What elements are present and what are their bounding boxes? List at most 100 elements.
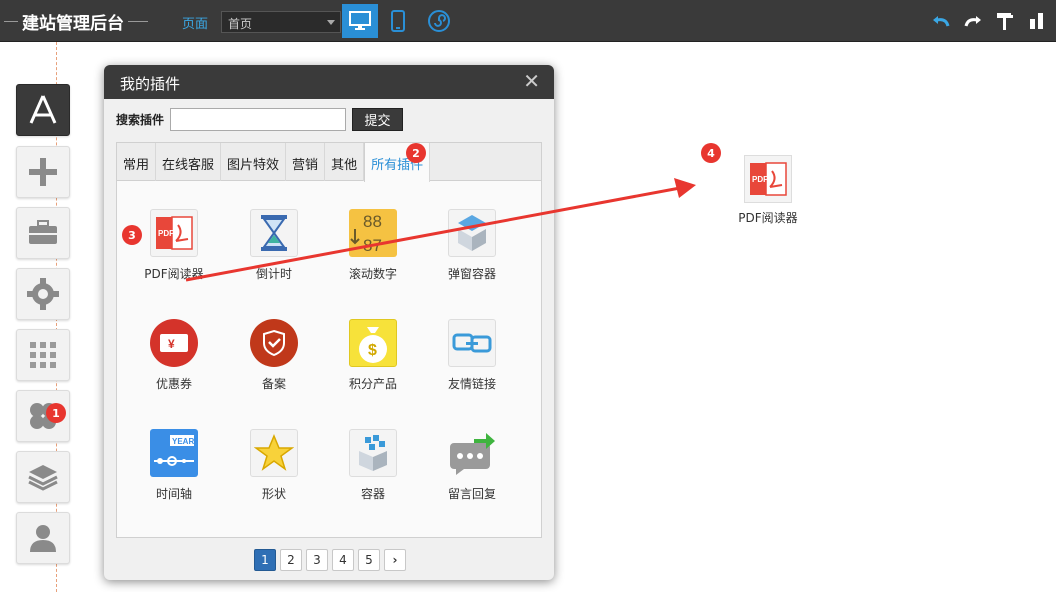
grid-icon — [30, 342, 56, 368]
pdf-icon-text: PDF — [752, 175, 768, 184]
statistics-icon[interactable] — [1026, 10, 1048, 32]
plugin-friend-links[interactable]: 友情链接 — [427, 319, 517, 392]
app-title: 建站管理后台 — [22, 13, 124, 34]
plugin-icp-filing[interactable]: 备案 — [229, 319, 319, 392]
plugins-panel: 常用 在线客服 图片特效 营销 其他 所有插件 PDF PDF阅读器 倒计时 8… — [116, 142, 542, 538]
plugin-coupon[interactable]: ¥ 优惠券 — [129, 319, 219, 392]
timeline-tag: YEAR — [172, 437, 194, 446]
brand-divider-left — [4, 20, 18, 22]
brand-divider-right — [128, 20, 148, 22]
page-button-1[interactable]: 1 — [254, 549, 276, 571]
undo-icon[interactable] — [930, 10, 952, 32]
plugin-container[interactable]: 容器 — [328, 429, 418, 502]
page-select[interactable]: 首页 — [221, 11, 341, 33]
tab-other[interactable]: 其他 — [325, 143, 365, 181]
canvas-plugin-label: PDF阅读器 — [738, 211, 798, 225]
plugin-pdf-reader[interactable]: PDF PDF阅读器 — [129, 209, 219, 282]
desktop-icon — [349, 11, 371, 30]
mobile-view-button[interactable] — [380, 4, 416, 38]
plugin-label: 备案 — [261, 377, 286, 391]
top-toolbar: 建站管理后台 页面 首页 — [0, 0, 1056, 42]
plugin-points-product[interactable]: $ 积分产品 — [328, 319, 418, 392]
step-badge-3: 3 — [122, 225, 142, 245]
page-button-5[interactable]: 5 — [358, 549, 380, 571]
plugin-rolling-number[interactable]: 88 87 滚动数字 — [328, 209, 418, 282]
timeline-icon: YEAR — [150, 429, 198, 477]
desktop-view-button[interactable] — [342, 4, 378, 38]
gear-icon — [27, 278, 59, 310]
message-reply-icon — [448, 429, 496, 477]
page-button-2[interactable]: 2 — [280, 549, 302, 571]
chevron-right-icon: › — [392, 553, 398, 567]
plus-icon — [29, 158, 57, 186]
redo-icon[interactable] — [962, 10, 984, 32]
pagination: 1 2 3 4 5 › — [254, 549, 406, 571]
rail-toolbox-button[interactable] — [16, 207, 70, 259]
submit-button[interactable]: 提交 — [352, 108, 403, 131]
layers-icon — [28, 465, 58, 491]
rail-layers-button[interactable] — [16, 451, 70, 503]
rolling-number-icon: 88 87 — [349, 209, 397, 257]
rolling-digit-top: 88 — [363, 212, 382, 231]
format-brush-icon[interactable] — [994, 10, 1016, 32]
app-brand: 建站管理后台 — [0, 0, 152, 42]
rail-app-store-button[interactable] — [16, 84, 70, 136]
hourglass-icon — [250, 209, 298, 257]
star-icon — [250, 429, 298, 477]
page-button-3[interactable]: 3 — [306, 549, 328, 571]
rail-add-button[interactable] — [16, 146, 70, 198]
tab-image-effects[interactable]: 图片特效 — [221, 143, 287, 181]
pdf-icon-text: PDF — [158, 229, 174, 238]
plugin-message-reply[interactable]: 留言回复 — [427, 429, 517, 502]
tab-online-service[interactable]: 在线客服 — [156, 143, 222, 181]
rail-settings-button[interactable] — [16, 268, 70, 320]
plugin-label: 滚动数字 — [348, 267, 397, 281]
plugin-countdown[interactable]: 倒计时 — [229, 209, 319, 282]
pdf-icon: PDF — [744, 155, 792, 203]
mobile-icon — [391, 10, 405, 32]
next-page-button[interactable]: › — [384, 549, 406, 571]
plugin-popup-container[interactable]: 弹窗容器 — [427, 209, 517, 282]
arrow-head — [674, 178, 696, 198]
coupon-icon: ¥ — [150, 319, 198, 367]
plugin-shape[interactable]: 形状 — [229, 429, 319, 502]
coupon-symbol: ¥ — [168, 337, 175, 351]
user-icon — [30, 525, 56, 552]
plugin-label: 友情链接 — [447, 377, 496, 391]
close-icon[interactable]: ✕ — [523, 71, 540, 91]
plugin-label: 弹窗容器 — [447, 267, 496, 281]
my-plugins-dialog: 我的插件 ✕ 搜索插件 提交 常用 在线客服 图片特效 营销 其他 所有插件 P… — [104, 65, 554, 580]
dialog-title: 我的插件 — [120, 75, 181, 93]
money-bag-icon: $ — [349, 319, 397, 367]
step-badge-1: 1 — [46, 403, 66, 423]
tab-marketing[interactable]: 营销 — [286, 143, 326, 181]
mini-program-icon — [428, 10, 450, 32]
plugin-timeline[interactable]: YEAR 时间轴 — [129, 429, 219, 502]
link-icon — [448, 319, 496, 367]
plugin-label: 留言回复 — [447, 487, 496, 501]
mini-program-button[interactable] — [421, 4, 457, 38]
page-label: 页面 — [182, 17, 209, 32]
toolbox-icon — [29, 220, 57, 244]
plugin-label: PDF阅读器 — [144, 267, 204, 281]
dialog-header: 我的插件 ✕ — [104, 65, 554, 99]
plugin-label: 优惠券 — [155, 377, 192, 391]
app-store-icon — [29, 95, 57, 124]
step-badge-2: 2 — [406, 143, 426, 163]
top-right-tools — [930, 10, 1048, 32]
rolling-digit-bottom: 87 — [363, 236, 382, 255]
search-label: 搜索插件 — [116, 113, 165, 127]
page-select-value: 首页 — [228, 17, 253, 31]
rail-grid-button[interactable] — [16, 329, 70, 381]
plugin-label: 倒计时 — [255, 267, 292, 281]
plugin-label: 形状 — [261, 487, 286, 501]
canvas-pdf-reader[interactable]: PDF PDF阅读器 — [736, 155, 800, 226]
popup-box-icon — [448, 209, 496, 257]
pdf-icon: PDF — [150, 209, 198, 257]
page-button-4[interactable]: 4 — [332, 549, 354, 571]
tab-common[interactable]: 常用 — [117, 143, 157, 181]
rail-user-button[interactable] — [16, 512, 70, 564]
search-input[interactable] — [170, 108, 346, 131]
plugin-tabs: 常用 在线客服 图片特效 营销 其他 所有插件 — [117, 143, 541, 182]
plugin-label: 积分产品 — [348, 377, 397, 391]
